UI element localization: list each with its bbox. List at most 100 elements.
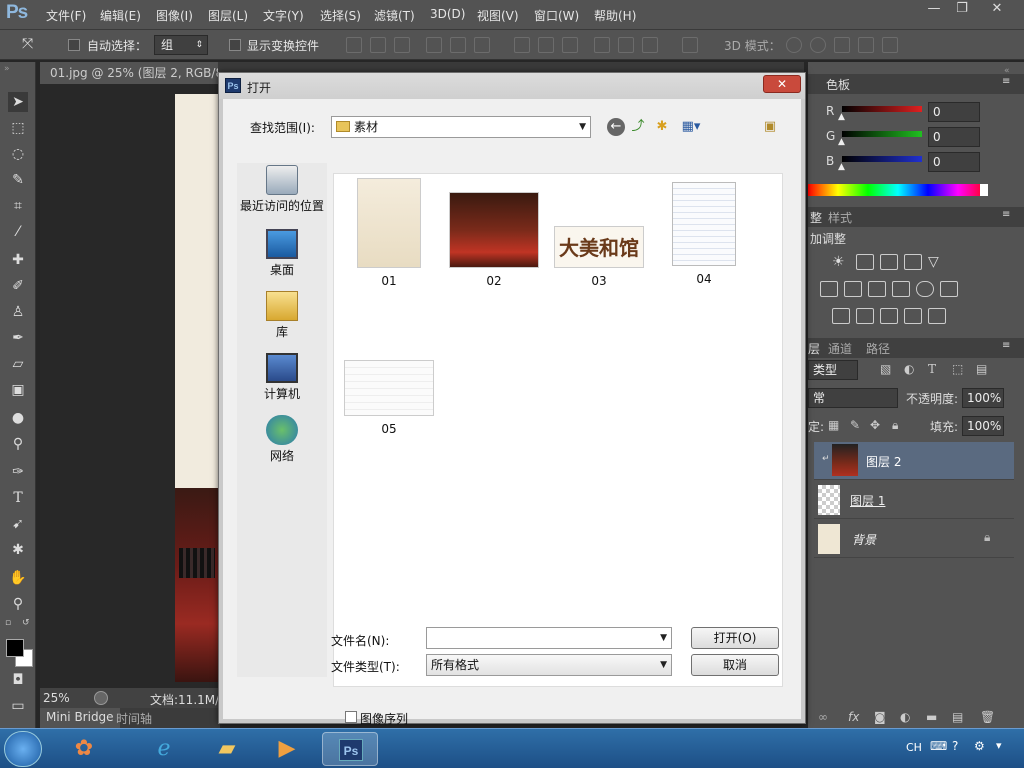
collapse-icon[interactable]: »	[4, 64, 10, 74]
channel-r-slider[interactable]	[842, 106, 922, 112]
layer-style-icon[interactable]: fx	[848, 710, 859, 724]
tab-swatches[interactable]: 色板	[826, 76, 850, 93]
screen-mode-icon[interactable]: ▭	[8, 696, 28, 716]
panel-menu-icon[interactable]: ≡	[1002, 76, 1010, 87]
view-menu-icon[interactable]: ▦▾	[677, 118, 705, 136]
quick-select-tool-icon[interactable]: ✎	[8, 170, 28, 190]
zoom-tool-icon[interactable]: ⚲	[8, 594, 28, 614]
distribute-bottom-icon[interactable]	[562, 37, 578, 53]
folder-special-icon[interactable]: ▣	[761, 118, 779, 136]
adjustment-layer-icon[interactable]: ◐	[900, 710, 910, 724]
filter-smart-icon[interactable]: ▤	[976, 362, 987, 376]
tab-mini-bridge[interactable]: Mini Bridge	[40, 708, 120, 728]
menu-edit[interactable]: 编辑(E)	[100, 7, 141, 24]
slider-thumb-icon[interactable]: ▲	[838, 162, 845, 172]
restore-button[interactable]: ❐	[948, 0, 976, 18]
media-player-icon[interactable]: ▶	[265, 732, 309, 766]
distribute-left-icon[interactable]	[594, 37, 610, 53]
dialog-titlebar[interactable]: Ps 打开 ✕	[219, 73, 805, 99]
color-balance-icon[interactable]	[844, 281, 862, 297]
distribute-vcenter-icon[interactable]	[538, 37, 554, 53]
layer-kind-dropdown[interactable]: 类型	[808, 360, 858, 380]
brightness-icon[interactable]: ☀	[832, 254, 850, 270]
menu-filter[interactable]: 滤镜(T)	[374, 7, 415, 24]
place-recent[interactable]: 最近访问的位置	[237, 165, 327, 214]
vibrance-icon[interactable]: ▽	[928, 254, 946, 270]
layer-row-2[interactable]: ↵ 图层 2	[814, 442, 1014, 480]
filter-adjust-icon[interactable]: ◐	[904, 362, 914, 376]
open-button[interactable]: 打开(O)	[691, 627, 779, 649]
tray-expand-icon[interactable]: ▾	[996, 739, 1002, 752]
tray-settings-icon[interactable]: ⚙	[974, 739, 985, 753]
file-item-04[interactable]: 04	[654, 182, 754, 286]
place-computer[interactable]: 计算机	[237, 353, 327, 402]
menu-help[interactable]: 帮助(H)	[594, 7, 636, 24]
foreground-color-swatch[interactable]	[6, 639, 24, 657]
channel-g-slider[interactable]	[842, 131, 922, 137]
file-item-03[interactable]: 大美和馆 03	[549, 226, 649, 288]
pen-tool-icon[interactable]: ✑	[8, 462, 28, 482]
blend-mode-dropdown[interactable]: 常	[808, 388, 898, 408]
3d-rotate-icon[interactable]	[786, 37, 802, 53]
file-item-02[interactable]: 02	[444, 192, 544, 288]
default-colors-icon[interactable]: ▫	[5, 618, 11, 628]
menu-layer[interactable]: 图层(L)	[208, 7, 248, 24]
canvas-area[interactable]	[40, 84, 220, 688]
threshold-icon[interactable]	[880, 308, 898, 324]
language-indicator[interactable]: CH	[906, 741, 922, 754]
gradient-map-icon[interactable]	[904, 308, 922, 324]
filter-pixel-icon[interactable]: ▧	[880, 362, 891, 376]
link-layers-icon[interactable]: ∞	[818, 710, 828, 724]
lock-all-icon[interactable]: 🔒︎	[892, 418, 898, 433]
brush-tool-icon[interactable]: ✐	[8, 276, 28, 296]
hand-tool-icon[interactable]: ✋	[8, 568, 28, 588]
menu-type[interactable]: 文字(Y)	[263, 7, 304, 24]
place-libraries[interactable]: 库	[237, 291, 327, 340]
color-spectrum-bar[interactable]	[808, 184, 988, 196]
lock-position-icon[interactable]: ✥	[870, 418, 880, 432]
up-folder-icon[interactable]: ⤴	[629, 118, 647, 136]
3d-slide-icon[interactable]	[858, 37, 874, 53]
align-left-icon[interactable]	[426, 37, 442, 53]
tab-channels[interactable]: 通道	[828, 340, 852, 357]
place-network[interactable]: 网络	[237, 415, 327, 464]
layer-name[interactable]: 图层 2	[866, 453, 901, 470]
file-item-05[interactable]: 05	[339, 360, 439, 436]
status-info-icon[interactable]	[94, 691, 108, 705]
history-brush-tool-icon[interactable]: ✒	[8, 328, 28, 348]
zoom-level[interactable]: 25%	[43, 691, 70, 705]
3d-pan-icon[interactable]	[834, 37, 850, 53]
quick-mask-icon[interactable]: ◘	[8, 670, 28, 690]
layer-name[interactable]: 图层 1	[850, 492, 885, 509]
menu-image[interactable]: 图像(I)	[156, 7, 193, 24]
layer-name[interactable]: 背景	[852, 531, 876, 548]
trash-icon[interactable]: 🗑︎	[980, 710, 995, 724]
file-type-dropdown[interactable]: 所有格式 ▼	[426, 654, 672, 676]
close-button[interactable]: ✕	[980, 0, 1014, 18]
dialog-close-button[interactable]: ✕	[763, 75, 801, 93]
image-sequence-checkbox[interactable]	[345, 711, 357, 723]
layer-row-1[interactable]: 图层 1	[814, 481, 1014, 519]
3d-roll-icon[interactable]	[810, 37, 826, 53]
back-icon[interactable]: ←	[607, 118, 625, 136]
slider-thumb-icon[interactable]: ▲	[838, 137, 845, 147]
tab-adjustments[interactable]: 整	[810, 209, 822, 226]
type-tool-icon[interactable]: T	[8, 488, 28, 508]
distribute-right-icon[interactable]	[642, 37, 658, 53]
spectrum-white-swatch[interactable]	[980, 184, 988, 196]
filter-shape-icon[interactable]: ⬚	[952, 362, 963, 376]
exposure-icon[interactable]	[904, 254, 922, 270]
media-center-icon[interactable]: ✿	[62, 732, 106, 766]
file-item-01[interactable]: 01	[339, 178, 439, 288]
menu-window[interactable]: 窗口(W)	[534, 7, 579, 24]
filter-type-icon[interactable]: T	[928, 362, 936, 376]
align-bottom-icon[interactable]	[394, 37, 410, 53]
help-icon[interactable]: ?	[952, 739, 958, 753]
panel-menu-icon[interactable]: ≡	[1002, 209, 1010, 220]
look-in-dropdown[interactable]: 素材 ▼	[331, 116, 591, 138]
panel-menu-icon[interactable]: ≡	[1002, 340, 1010, 351]
align-top-icon[interactable]	[346, 37, 362, 53]
auto-select-dropdown[interactable]: 组 ⇕	[154, 35, 208, 55]
align-vcenter-icon[interactable]	[370, 37, 386, 53]
distribute-hcenter-icon[interactable]	[618, 37, 634, 53]
